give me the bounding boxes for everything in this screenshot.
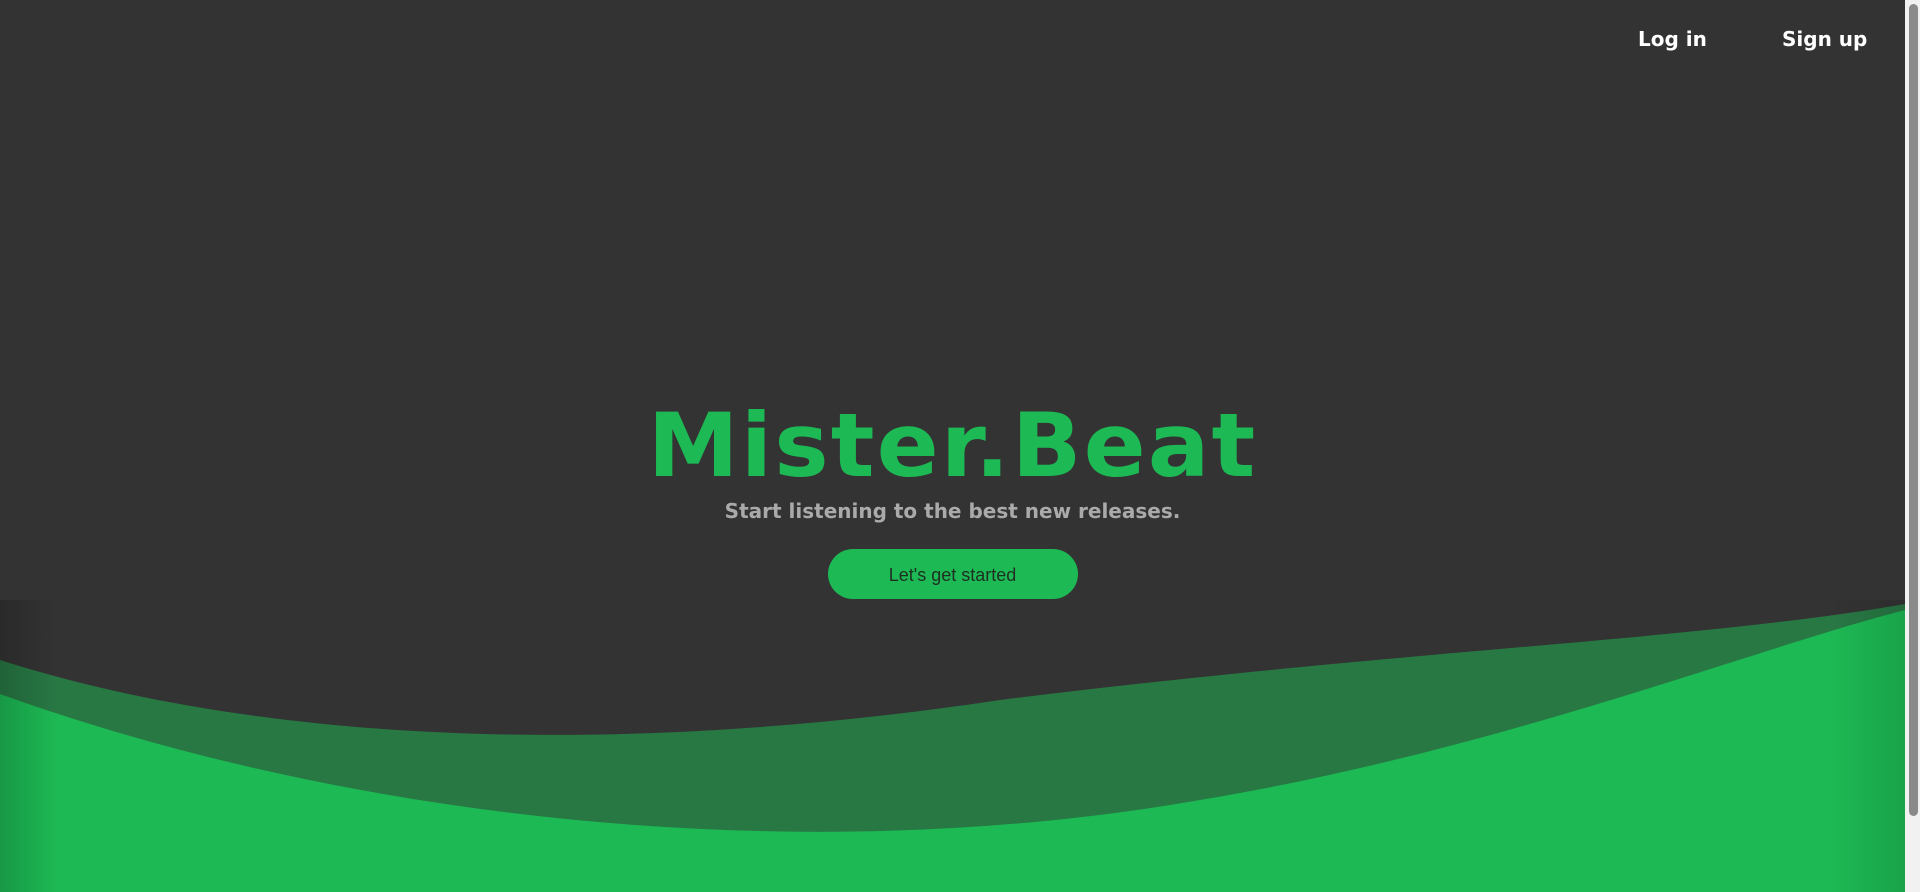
tagline: Start listening to the best new releases…	[724, 499, 1181, 523]
login-link[interactable]: Log in	[1638, 27, 1707, 51]
brand-logo: Mister.Beat	[647, 394, 1258, 497]
scrollbar-thumb[interactable]	[1909, 4, 1918, 816]
signup-link[interactable]: Sign up	[1782, 27, 1867, 51]
scrollbar[interactable]	[1905, 0, 1920, 892]
landing-page: Log in Sign up Mister.Beat Start listeni…	[0, 0, 1920, 892]
hero: Mister.Beat Start listening to the best …	[0, 396, 1905, 599]
top-nav: Log in Sign up	[15, 0, 1920, 82]
get-started-button[interactable]: Let's get started	[827, 549, 1078, 599]
wave-edge-shade	[0, 600, 1905, 892]
